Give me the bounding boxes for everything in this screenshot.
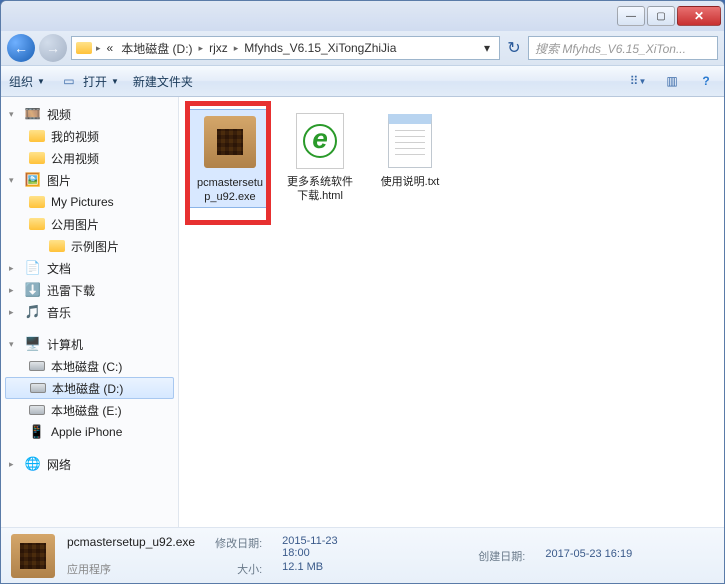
drive-icon <box>29 361 45 371</box>
tree-mypictures[interactable]: My Pictures <box>1 191 178 213</box>
detail-created-label: 创建日期: <box>397 548 526 564</box>
open-icon: ▭ <box>59 73 79 89</box>
tree-publicvideo[interactable]: 公用视频 <box>1 147 178 169</box>
forward-button: → <box>39 34 67 62</box>
detail-filetype: 应用程序 <box>67 561 195 577</box>
detail-filename: pcmastersetup_u92.exe <box>67 535 195 559</box>
help-button[interactable]: ? <box>696 73 716 89</box>
tree-drive-d[interactable]: 本地磁盘 (D:) <box>5 377 174 399</box>
details-pane: pcmastersetup_u92.exe 修改日期: 2015-11-23 1… <box>1 527 724 583</box>
file-item-txt[interactable]: 使用说明.txt <box>369 109 451 191</box>
breadcrumb[interactable]: rjxz <box>207 41 230 55</box>
titlebar[interactable]: — ▢ ✕ <box>1 1 724 31</box>
tree-iphone[interactable]: 📱Apple iPhone <box>1 421 178 443</box>
maximize-button[interactable]: ▢ <box>647 6 675 26</box>
toolbar: 组织▼ ▭打开▼ 新建文件夹 ⠿ ▼ ▥ ? <box>1 65 724 97</box>
body: ▾🎞️视频 我的视频 公用视频 ▾🖼️图片 My Pictures 公用图片 示… <box>1 97 724 527</box>
tree-network[interactable]: ▸🌐网络 <box>1 453 178 475</box>
detail-size-label: 大小: <box>215 561 262 577</box>
network-icon: 🌐 <box>25 456 41 472</box>
search-placeholder: 搜索 Mfyhds_V6.15_XiTon... <box>535 40 686 57</box>
new-folder-button[interactable]: 新建文件夹 <box>133 73 193 90</box>
tree-documents[interactable]: ▸📄文档 <box>1 257 178 279</box>
breadcrumb[interactable]: « <box>105 41 116 55</box>
preview-pane-button[interactable]: ▥ <box>662 73 682 89</box>
breadcrumb[interactable]: Mfyhds_V6.15_XiTongZhiJia <box>242 41 398 55</box>
search-input[interactable]: 搜索 Mfyhds_V6.15_XiTon... <box>528 36 718 60</box>
tree-xunlei[interactable]: ▸⬇️迅雷下载 <box>1 279 178 301</box>
minimize-button[interactable]: — <box>617 6 645 26</box>
chevron-right-icon: ▸ <box>199 43 204 54</box>
address-bar[interactable]: ▸ « 本地磁盘 (D:) ▸ rjxz ▸ Mfyhds_V6.15_XiTo… <box>71 36 500 60</box>
navbar: ← → ▸ « 本地磁盘 (D:) ▸ rjxz ▸ Mfyhds_V6.15_… <box>1 31 724 65</box>
view-options-button[interactable]: ⠿ ▼ <box>628 73 648 89</box>
tree-drive-e[interactable]: 本地磁盘 (E:) <box>1 399 178 421</box>
file-name: 更多系统软件下载.html <box>279 173 361 206</box>
html-icon <box>296 113 344 169</box>
iphone-icon: 📱 <box>29 424 45 440</box>
drive-icon <box>29 405 45 415</box>
txt-icon <box>388 114 432 168</box>
folder-icon <box>29 152 45 164</box>
folder-icon <box>29 218 45 230</box>
download-icon: ⬇️ <box>25 282 41 298</box>
back-button[interactable]: ← <box>7 34 35 62</box>
folder-icon <box>76 42 92 54</box>
refresh-button[interactable]: ↻ <box>504 38 524 58</box>
tree-myvideo[interactable]: 我的视频 <box>1 125 178 147</box>
tree-publicpictures[interactable]: 公用图片 <box>1 213 178 235</box>
content-pane[interactable]: pcmastersetup_u92.exe 更多系统软件下载.html 使用说明… <box>179 97 724 527</box>
video-icon: 🎞️ <box>25 106 41 122</box>
pictures-icon: 🖼️ <box>25 172 41 188</box>
detail-modified-value: 2015-11-23 18:00 <box>282 535 364 559</box>
close-button[interactable]: ✕ <box>677 6 721 26</box>
documents-icon: 📄 <box>25 260 41 276</box>
computer-icon: 🖥️ <box>25 336 41 352</box>
file-name: 使用说明.txt <box>377 173 444 191</box>
drive-icon <box>30 383 46 393</box>
exe-icon <box>11 534 55 578</box>
organize-menu[interactable]: 组织▼ <box>9 73 45 90</box>
breadcrumb[interactable]: 本地磁盘 (D:) <box>119 40 194 57</box>
detail-size-value: 12.1 MB <box>282 561 364 577</box>
tree-video[interactable]: ▾🎞️视频 <box>1 103 178 125</box>
music-icon: 🎵 <box>25 304 41 320</box>
exe-icon <box>204 116 256 168</box>
detail-modified-label: 修改日期: <box>215 535 262 559</box>
sidebar[interactable]: ▾🎞️视频 我的视频 公用视频 ▾🖼️图片 My Pictures 公用图片 示… <box>1 97 179 527</box>
folder-icon <box>29 196 45 208</box>
file-name: pcmastersetup_u92.exe <box>190 174 270 207</box>
tree-computer[interactable]: ▾🖥️计算机 <box>1 333 178 355</box>
folder-icon <box>49 240 65 252</box>
address-dropdown[interactable]: ▾ <box>479 41 495 55</box>
chevron-right-icon: ▸ <box>96 43 101 54</box>
tree-samplepictures[interactable]: 示例图片 <box>1 235 178 257</box>
folder-icon <box>29 130 45 142</box>
tree-drive-c[interactable]: 本地磁盘 (C:) <box>1 355 178 377</box>
explorer-window: — ▢ ✕ ← → ▸ « 本地磁盘 (D:) ▸ rjxz ▸ Mfyhds_… <box>0 0 725 584</box>
detail-created-value: 2017-05-23 16:19 <box>545 548 714 564</box>
file-item-exe[interactable]: pcmastersetup_u92.exe <box>189 109 271 208</box>
open-button[interactable]: ▭打开▼ <box>59 73 119 90</box>
tree-pictures[interactable]: ▾🖼️图片 <box>1 169 178 191</box>
tree-music[interactable]: ▸🎵音乐 <box>1 301 178 323</box>
chevron-right-icon: ▸ <box>234 43 239 54</box>
file-item-html[interactable]: 更多系统软件下载.html <box>279 109 361 206</box>
